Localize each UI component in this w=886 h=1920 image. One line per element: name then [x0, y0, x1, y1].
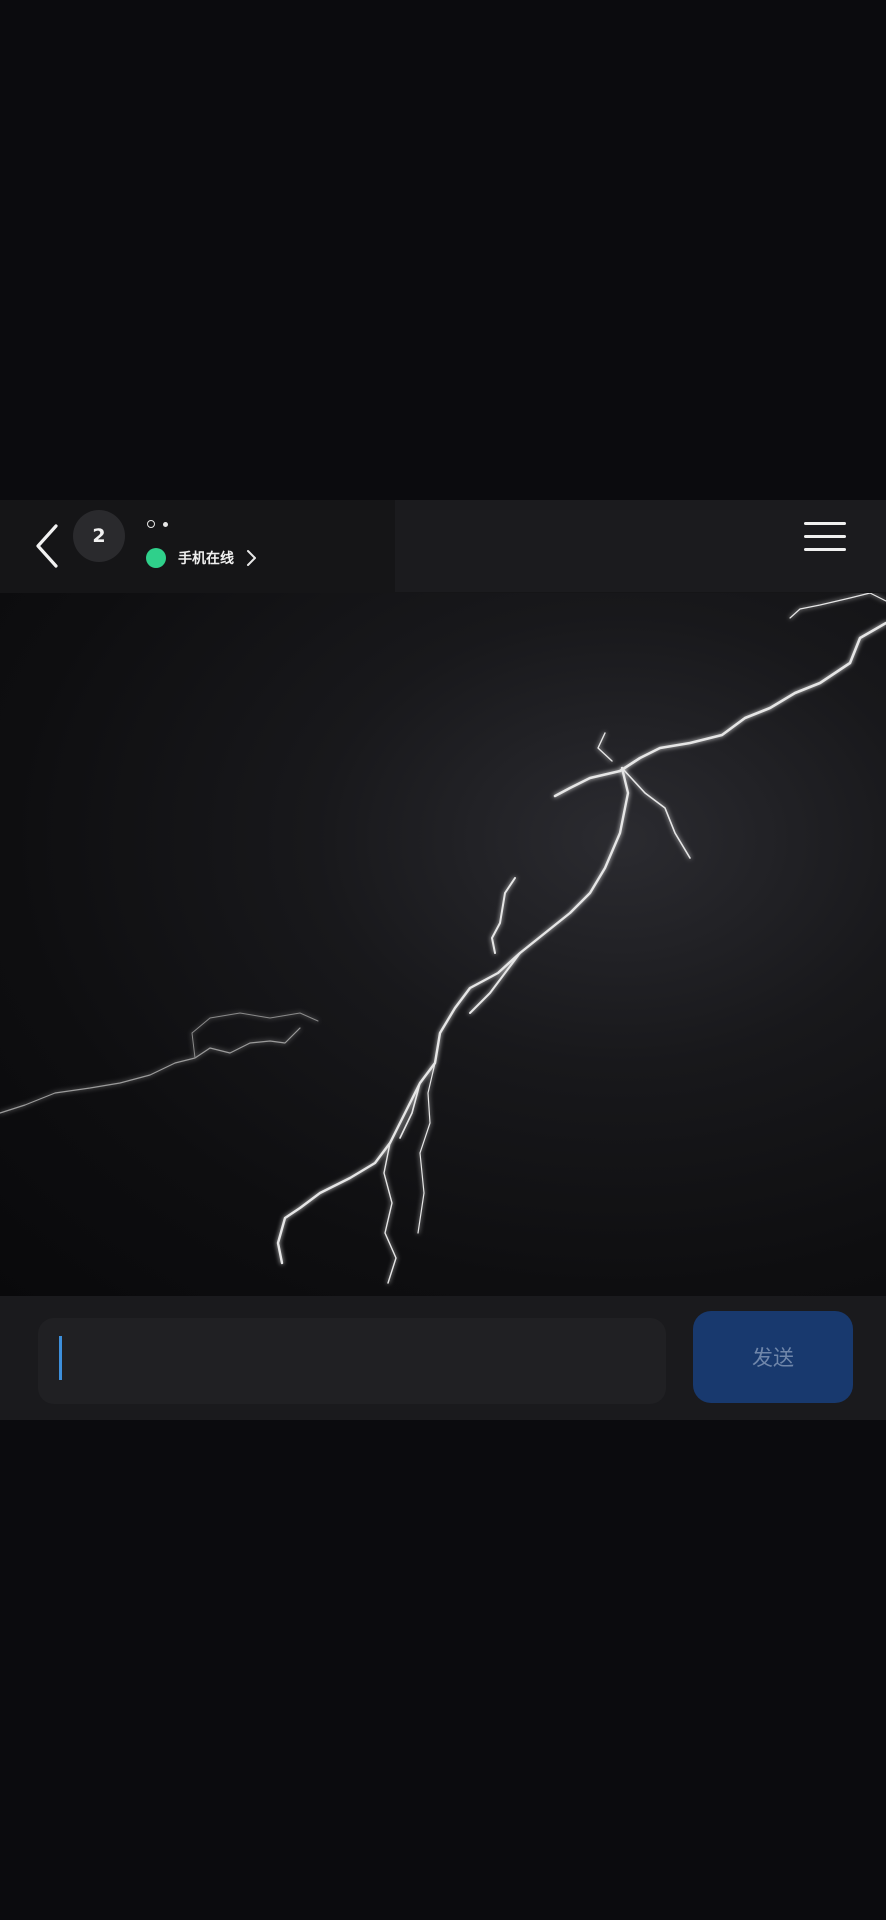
lightning-image: [0, 593, 886, 1284]
video-background: [0, 593, 886, 1296]
online-status[interactable]: 手机在线: [146, 545, 258, 571]
contact-name: [147, 520, 168, 528]
name-glyph-circle: [147, 520, 155, 528]
unread-count-badge[interactable]: 2: [73, 510, 125, 562]
menu-icon: [804, 522, 846, 525]
message-input[interactable]: [38, 1318, 666, 1404]
top-letterbox: [0, 0, 886, 500]
chat-header: [0, 500, 886, 593]
bottom-letterbox: [0, 1420, 886, 1920]
chevron-right-icon: [247, 550, 256, 566]
back-button[interactable]: [30, 522, 64, 570]
menu-button[interactable]: [804, 522, 846, 554]
send-button[interactable]: 发送: [693, 1311, 853, 1403]
name-glyph-dot: [163, 521, 168, 527]
back-arrow-icon: [36, 524, 58, 568]
online-status-text: 手机在线: [178, 551, 234, 567]
text-caret: [59, 1336, 62, 1380]
online-indicator-dot: [146, 548, 166, 568]
